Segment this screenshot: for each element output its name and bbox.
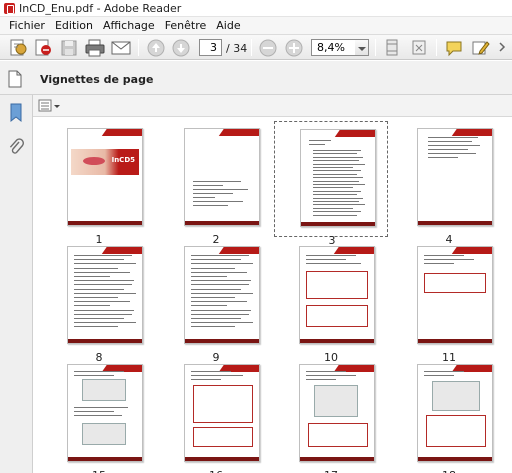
page-thumbnail[interactable]: 2 — [159, 121, 273, 246]
more-tools-button[interactable] — [496, 38, 512, 57]
menu-affichage[interactable]: Affichage — [98, 19, 160, 32]
page-preview — [67, 246, 143, 344]
page-count: / 34 — [226, 42, 248, 55]
expand-toolbar-icon — [499, 42, 506, 52]
toolbar-separator — [138, 39, 139, 56]
thumbnail-options-bar — [33, 95, 512, 117]
page-thumbnail[interactable]: 10 — [274, 239, 388, 364]
options-button[interactable] — [38, 99, 60, 113]
toolbar-separator — [436, 39, 437, 56]
comment-button[interactable] — [444, 38, 464, 57]
page-thumbnail[interactable]: 15 — [42, 357, 156, 473]
create-pdf-icon — [10, 39, 27, 56]
page-preview — [184, 364, 260, 462]
previous-page-button[interactable] — [146, 38, 166, 57]
page-preview — [299, 364, 375, 462]
print-button[interactable] — [84, 38, 106, 57]
next-page-button[interactable] — [171, 38, 191, 57]
page-thumbnail[interactable]: 4 — [392, 121, 506, 246]
cover-logo-text: InCD5 — [111, 156, 135, 164]
page-thumbnail[interactable]: 3 — [274, 121, 388, 247]
page-thumbnail[interactable]: 11 — [392, 239, 506, 364]
page-number-label: 18 — [392, 469, 506, 473]
combine-pdf-button[interactable] — [33, 38, 53, 57]
document-icon[interactable] — [7, 70, 23, 91]
title-bar: InCD_Enu.pdf - Adobe Reader — [0, 0, 512, 17]
menu-fenetre[interactable]: Fenêtre — [160, 19, 212, 32]
floppy-disk-icon — [61, 40, 77, 56]
envelope-icon — [111, 41, 131, 55]
menu-bar: Fichier Edition Affichage Fenêtre Aide — [0, 17, 512, 34]
menu-aide[interactable]: Aide — [211, 19, 245, 32]
arrow-up-circle-icon — [147, 39, 165, 57]
create-pdf-button[interactable] — [8, 38, 28, 57]
minus-circle-icon — [259, 39, 277, 57]
plus-circle-icon — [285, 39, 303, 57]
attachments-nav-button[interactable] — [8, 137, 24, 160]
pen-sign-icon — [472, 41, 490, 55]
panel-title: Vignettes de page — [40, 73, 154, 86]
page-preview — [67, 364, 143, 462]
page-thumbnail[interactable]: InCD5 1 — [42, 121, 156, 246]
page-thumbnail[interactable]: 17 — [274, 357, 388, 473]
toolbar-separator — [375, 39, 376, 56]
page-number-input[interactable]: 3 — [199, 39, 222, 56]
email-button[interactable] — [110, 38, 132, 57]
zoom-level-input[interactable]: 8,4% — [311, 39, 356, 56]
paperclip-icon — [9, 138, 24, 154]
page-thumbnail[interactable]: 18 — [392, 357, 506, 473]
page-number-label: 16 — [159, 469, 273, 473]
page-thumbnail[interactable]: 16 — [159, 357, 273, 473]
zoom-dropdown-button[interactable] — [355, 39, 369, 56]
page-preview — [299, 246, 375, 344]
toolbar: 3 / 34 8,4% — [0, 34, 512, 60]
toolbar-separator — [251, 39, 252, 56]
adobe-reader-icon — [4, 2, 15, 14]
zoom-out-button[interactable] — [258, 38, 278, 57]
fit-page-button[interactable] — [382, 38, 402, 57]
pdf-acrobat-icon — [35, 39, 51, 56]
page-preview — [184, 128, 260, 226]
page-number-label: 15 — [42, 469, 156, 473]
page-thumbnail[interactable]: 9 — [159, 239, 273, 364]
expand-icon — [412, 40, 426, 55]
thumbnail-panel-header: Vignettes de page — [0, 61, 512, 95]
arrow-down-circle-icon — [172, 39, 190, 57]
sign-button[interactable] — [470, 38, 490, 57]
speech-bubble-icon — [446, 41, 462, 57]
save-button[interactable] — [59, 38, 79, 57]
zoom-in-button[interactable] — [284, 38, 304, 57]
menu-edition[interactable]: Edition — [50, 19, 98, 32]
bookmark-icon — [10, 103, 22, 123]
page-thumbnail[interactable]: 8 — [42, 239, 156, 364]
printer-icon — [85, 39, 105, 57]
menu-fichier[interactable]: Fichier — [4, 19, 50, 32]
page-preview — [184, 246, 260, 344]
page-preview — [300, 129, 376, 227]
thumbnails-area[interactable]: InCD51234 891011 151617 18 — [33, 117, 512, 473]
page-number-label: 17 — [274, 469, 388, 473]
page-preview — [417, 128, 493, 226]
page-preview: InCD5 — [67, 128, 143, 226]
options-menu-icon — [38, 99, 60, 112]
window-title: InCD_Enu.pdf - Adobe Reader — [19, 1, 182, 15]
page-preview — [417, 364, 493, 462]
page-preview — [417, 246, 493, 344]
full-screen-button[interactable] — [409, 38, 429, 57]
page-thumbnails-nav-button[interactable] — [8, 103, 24, 126]
navigation-pane — [0, 95, 33, 473]
fit-page-icon — [386, 39, 398, 56]
